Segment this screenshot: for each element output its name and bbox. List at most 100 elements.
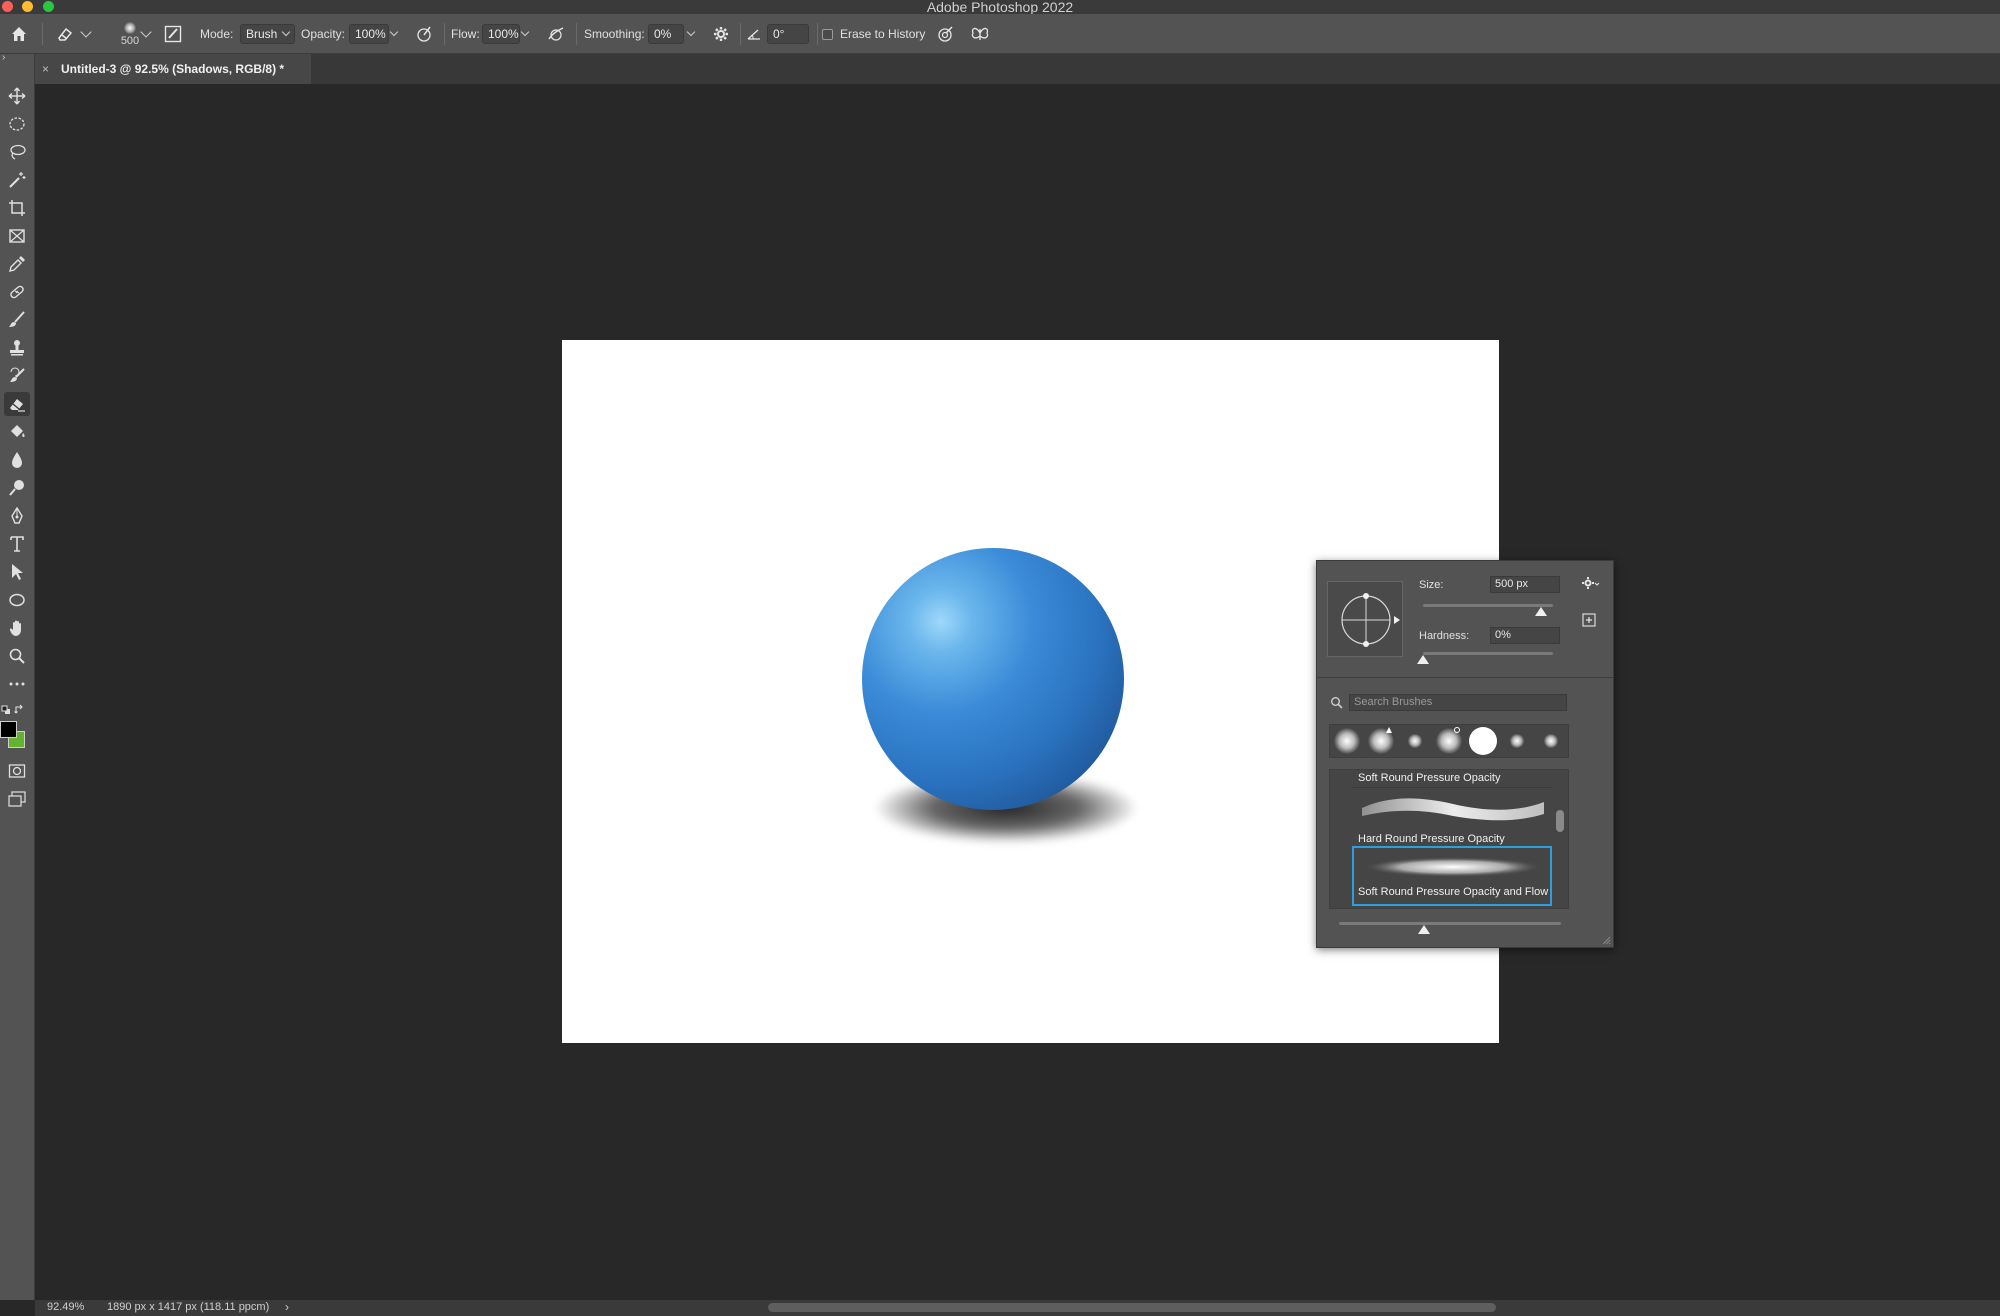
brush-stroke-preview: [1362, 798, 1544, 821]
flow-input[interactable]: 100%: [482, 24, 520, 44]
opacity-input[interactable]: 100%: [349, 24, 389, 44]
healing-brush-icon: [10, 285, 24, 299]
document-info[interactable]: 1890 px x 1417 px (118.11 ppcm): [107, 1301, 269, 1313]
recent-brush-6[interactable]: [1500, 725, 1534, 757]
brush-size-slider-thumb[interactable]: [1535, 607, 1547, 616]
frame-icon: [9, 229, 25, 243]
home-button[interactable]: [10, 14, 32, 54]
flow-dropdown[interactable]: [520, 14, 536, 54]
brush-tool[interactable]: [4, 308, 30, 332]
mode-select[interactable]: Brush: [240, 24, 295, 44]
smoothing-input[interactable]: 0%: [648, 24, 684, 44]
recent-brush-2[interactable]: [1364, 725, 1398, 757]
brush-preset-name: Soft Round Pressure Opacity and Flow: [1358, 886, 1549, 898]
type-icon: [10, 536, 24, 552]
brush-settings-icon: [164, 25, 182, 43]
list-item[interactable]: Hard Round Pressure Opacity: [1352, 788, 1552, 845]
recent-brush-1[interactable]: [1330, 725, 1364, 757]
move-icon: [8, 87, 26, 105]
document-tab-title: Untitled-3 @ 92.5% (Shadows, RGB/8) *: [61, 62, 285, 76]
quick-mask-button[interactable]: [4, 759, 30, 783]
clone-stamp-icon: [10, 340, 24, 356]
hardness-slider-thumb[interactable]: [1417, 655, 1429, 664]
hardness-input[interactable]: 0%: [1490, 627, 1560, 644]
recent-brush-5-hard[interactable]: [1466, 725, 1500, 757]
brush-angle-input[interactable]: 0°: [767, 24, 809, 44]
preview-size-slider[interactable]: [1339, 922, 1561, 925]
recent-brush-7[interactable]: [1534, 725, 1568, 757]
hand-tool[interactable]: [4, 616, 30, 640]
default-colors-icon: [1, 705, 10, 714]
default-colors-button[interactable]: [1, 702, 11, 720]
history-brush-tool[interactable]: [4, 364, 30, 388]
crop-tool[interactable]: [4, 196, 30, 220]
magic-wand-tool[interactable]: [4, 168, 30, 192]
lasso-icon: [10, 144, 26, 160]
document-tab[interactable]: × Untitled-3 @ 92.5% (Shadows, RGB/8) *: [35, 54, 311, 84]
add-preset-icon: [1582, 613, 1596, 627]
quick-mask-icon: [8, 764, 26, 778]
recent-brush-3[interactable]: [1398, 725, 1432, 757]
list-item[interactable]: Soft Round Pressure Opacity: [1352, 770, 1552, 788]
tool-preset-picker[interactable]: [56, 14, 96, 54]
resize-grip-icon[interactable]: [1601, 935, 1611, 948]
brush-settings-toggle[interactable]: [164, 14, 186, 54]
path-selection-tool[interactable]: [4, 560, 30, 584]
clone-stamp-tool[interactable]: [4, 336, 30, 360]
brush-preset-name: Hard Round Pressure Opacity: [1358, 833, 1505, 845]
toolbar-expand-icon[interactable]: ›: [2, 52, 5, 63]
brush-panel-settings-button[interactable]: [1582, 577, 1600, 592]
paint-bucket-tool[interactable]: [4, 420, 30, 444]
eyedropper-tool[interactable]: [4, 252, 30, 276]
airbrush-button[interactable]: [547, 14, 569, 54]
list-item-selected[interactable]: Soft Round Pressure Opacity and Flow: [1352, 846, 1552, 906]
ellipse-tool[interactable]: [4, 588, 30, 612]
foreground-color-swatch[interactable]: [0, 721, 17, 738]
lasso-tool[interactable]: [4, 140, 30, 164]
eraser-tool[interactable]: [4, 392, 30, 416]
brush-roundness-icon: [1341, 593, 1400, 647]
pressure-size-button[interactable]: [936, 14, 958, 54]
symmetry-button[interactable]: [970, 14, 992, 54]
zoom-level[interactable]: 92.49%: [47, 1301, 84, 1313]
brush-size-input[interactable]: 500 px: [1490, 576, 1560, 593]
smoothing-dropdown[interactable]: [686, 14, 702, 54]
mode-value: Brush: [246, 27, 278, 41]
erase-to-history-checkbox[interactable]: [822, 28, 833, 40]
brush-angle-roundness-preview[interactable]: [1327, 581, 1403, 657]
brush-stroke-preview: [1363, 857, 1543, 877]
swap-colors-button[interactable]: [14, 702, 25, 720]
blue-sphere: [862, 548, 1124, 810]
opacity-dropdown[interactable]: [389, 14, 405, 54]
search-brushes-input[interactable]: Search Brushes: [1349, 694, 1567, 711]
pen-tool[interactable]: [4, 504, 30, 528]
gear-icon: [714, 27, 728, 41]
healing-brush-tool[interactable]: [4, 280, 30, 304]
zoom-tool[interactable]: [4, 644, 30, 668]
hardness-slider[interactable]: [1423, 652, 1553, 655]
soft-brush-tip-icon: [1544, 734, 1558, 748]
dodge-tool[interactable]: [4, 476, 30, 500]
soft-brush-tip-icon: [1408, 734, 1422, 748]
edit-toolbar-button[interactable]: [4, 672, 30, 696]
screen-mode-button[interactable]: [4, 787, 30, 811]
close-tab-icon[interactable]: ×: [42, 62, 49, 76]
type-tool[interactable]: [4, 532, 30, 556]
recent-brush-4[interactable]: [1432, 725, 1466, 757]
chevron-down-icon: [80, 26, 92, 38]
preview-size-slider-thumb[interactable]: [1418, 925, 1430, 934]
move-tool[interactable]: [4, 84, 30, 108]
blur-tool[interactable]: [4, 448, 30, 472]
brush-picker-chevron[interactable]: [140, 14, 152, 54]
brush-list-scrollbar[interactable]: [1556, 810, 1564, 832]
frame-tool[interactable]: [4, 224, 30, 248]
brush-size-slider[interactable]: [1423, 604, 1553, 607]
title-bar: Adobe Photoshop 2022: [0, 0, 2000, 15]
pressure-opacity-button[interactable]: [415, 14, 437, 54]
horizontal-scrollbar[interactable]: [768, 1303, 1496, 1312]
elliptical-marquee-tool[interactable]: [4, 112, 30, 136]
new-brush-preset-button[interactable]: [1582, 613, 1596, 630]
smoothing-options-button[interactable]: [713, 14, 735, 54]
status-menu-arrow-icon[interactable]: ›: [285, 1300, 289, 1314]
options-bar: 500 Mode: Brush Opacity: 100% Flow: 100%…: [0, 14, 2000, 54]
